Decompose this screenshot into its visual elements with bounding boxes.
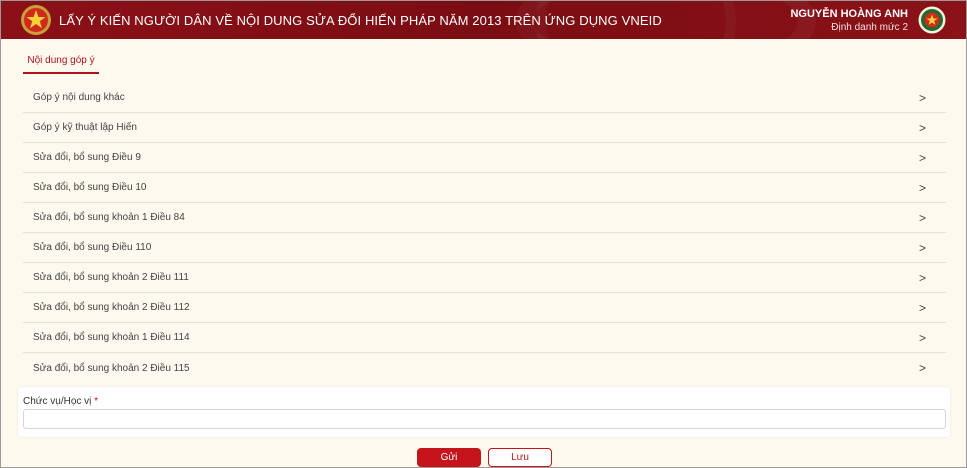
position-label: Chức vụ/Học vị * xyxy=(23,396,98,407)
page-title: LẤY Ý KIẾN NGƯỜI DÂN VỀ NỘI DUNG SỬA ĐỔI… xyxy=(59,13,662,28)
list-item-label: Sửa đổi, bổ sung Điều 110 xyxy=(33,242,152,253)
chevron-right-icon: > xyxy=(918,210,926,225)
user-info[interactable]: NGUYỄN HOÀNG ANH Định danh mức 2 xyxy=(790,8,908,33)
list-item[interactable]: Sửa đổi, bổ sung khoản 2 Điều 112 > xyxy=(23,293,946,323)
list-item[interactable]: Góp ý nội dung khác > xyxy=(23,83,946,113)
list-item[interactable]: Sửa đổi, bổ sung Điều 9 > xyxy=(23,143,946,173)
chevron-right-icon: > xyxy=(918,90,926,105)
user-level: Định danh mức 2 xyxy=(831,22,908,33)
chevron-right-icon: > xyxy=(918,240,926,255)
position-input[interactable] xyxy=(23,409,946,429)
send-button[interactable]: Gửi xyxy=(417,448,481,467)
chevron-right-icon: > xyxy=(918,150,926,165)
national-emblem-icon xyxy=(21,5,51,35)
chevron-right-icon: > xyxy=(918,361,926,375)
required-mark: * xyxy=(94,396,99,407)
list-item[interactable]: Sửa đổi, bổ sung khoản 1 Điều 114 > xyxy=(23,323,946,353)
chevron-right-icon: > xyxy=(918,120,926,135)
list-item-label: Góp ý nội dung khác xyxy=(33,92,125,103)
list-item[interactable]: Sửa đổi, bổ sung Điều 110 > xyxy=(23,233,946,263)
list-item[interactable]: Sửa đổi, bổ sung khoản 2 Điều 111 > xyxy=(23,263,946,293)
list-item[interactable]: Sửa đổi, bổ sung Điều 10 > xyxy=(23,173,946,203)
app-header: LẤY Ý KIẾN NGƯỜI DÂN VỀ NỘI DUNG SỬA ĐỔI… xyxy=(1,1,966,39)
list-item-label: Góp ý kỹ thuật lập Hiến xyxy=(33,122,137,133)
police-badge-icon[interactable] xyxy=(918,6,946,34)
list-item-label: Sửa đổi, bổ sung khoản 1 Điều 114 xyxy=(33,332,190,343)
save-button[interactable]: Lưu xyxy=(488,448,552,467)
position-form-card: Chức vụ/Học vị * xyxy=(18,387,950,437)
chevron-right-icon: > xyxy=(918,330,926,345)
chevron-right-icon: > xyxy=(918,180,926,195)
user-name: NGUYỄN HOÀNG ANH xyxy=(790,8,908,20)
list-item-label: Sửa đổi, bổ sung khoản 1 Điều 84 xyxy=(33,212,185,223)
list-item-label: Sửa đổi, bổ sung khoản 2 Điều 112 xyxy=(33,302,190,313)
list-item-label: Sửa đổi, bổ sung Điều 10 xyxy=(33,182,147,193)
chevron-right-icon: > xyxy=(918,300,926,315)
chevron-right-icon: > xyxy=(918,270,926,285)
list-item-label: Sửa đổi, bổ sung Điều 9 xyxy=(33,152,141,163)
feedback-item-list: Góp ý nội dung khác > Góp ý kỹ thuật lập … xyxy=(23,83,946,383)
list-item[interactable]: Sửa đổi, bổ sung khoản 2 Điều 115 > xyxy=(23,353,946,383)
position-label-text: Chức vụ/Học vị xyxy=(23,396,92,407)
list-item-label: Sửa đổi, bổ sung khoản 2 Điều 115 xyxy=(33,362,190,374)
list-item-label: Sửa đổi, bổ sung khoản 2 Điều 111 xyxy=(33,272,189,283)
list-item[interactable]: Sửa đổi, bổ sung khoản 1 Điều 84 > xyxy=(23,203,946,233)
tab-feedback-content[interactable]: Nội dung góp ý xyxy=(23,55,99,74)
list-item[interactable]: Góp ý kỹ thuật lập Hiến > xyxy=(23,113,946,143)
